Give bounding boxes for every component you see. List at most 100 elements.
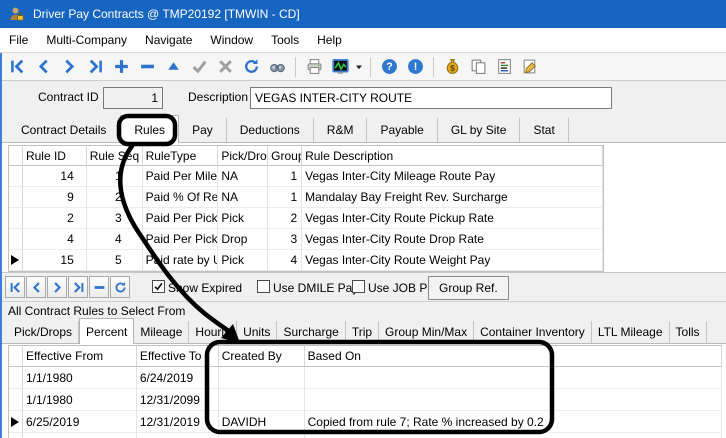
grid-cell[interactable] [305, 389, 722, 411]
grid-cell[interactable]: Paid Per Pick [143, 229, 219, 250]
use-dmile-pay-checkbox[interactable] [257, 280, 270, 293]
grid-cell[interactable] [219, 367, 305, 389]
print-icon[interactable] [302, 55, 326, 79]
contract-id-field[interactable]: 1 [103, 87, 163, 109]
first-icon[interactable] [5, 55, 29, 79]
tab-r-m[interactable]: R&M [314, 118, 368, 142]
menu-item-window[interactable]: Window [201, 28, 262, 52]
tab-payable[interactable]: Payable [367, 118, 437, 142]
tab-gl-by-site[interactable]: GL by Site [438, 118, 521, 142]
monitor-icon[interactable] [328, 55, 352, 79]
grid-cell[interactable]: Vegas Inter-City Route Pickup Rate [302, 208, 603, 229]
grid-cell[interactable]: 4 [268, 250, 302, 271]
table-row[interactable]: 6/25/201912/31/2019DAVIDHCopied from rul… [9, 411, 722, 433]
grid-cell[interactable] [305, 367, 722, 389]
table-row[interactable]: 1/1/19806/24/2019 [9, 367, 722, 389]
grid-cell[interactable]: Pick [218, 250, 268, 271]
tab-pick-drops[interactable]: Pick/Drops [8, 321, 79, 343]
nav-first-button[interactable] [5, 276, 25, 298]
grid-cell[interactable]: Paid % Of Re [143, 187, 219, 208]
tab-surcharge[interactable]: Surcharge [277, 321, 345, 343]
nav-remove-button[interactable] [89, 276, 109, 298]
tab-mileage[interactable]: Mileage [134, 321, 189, 343]
grid-cell[interactable]: 12/31/2019 [137, 411, 219, 433]
grid-cell[interactable]: 1 [268, 187, 302, 208]
grid-cell[interactable]: 14 [23, 166, 87, 187]
remove-icon[interactable] [135, 55, 159, 79]
grid-cell[interactable]: 12/31/2099 [137, 389, 219, 411]
last-icon[interactable] [83, 55, 107, 79]
find-icon[interactable] [265, 55, 289, 79]
grid-cell[interactable]: 6/24/2019 [137, 367, 219, 389]
menu-item-tools[interactable]: Tools [262, 28, 308, 52]
menu-item-multi-company[interactable]: Multi-Company [37, 28, 136, 52]
table-row[interactable]: 92Paid % Of ReNA1Mandalay Bay Freight Re… [9, 187, 603, 208]
caret-down-icon[interactable] [353, 55, 365, 79]
grid-cell[interactable]: 2 [87, 187, 143, 208]
grid-cell[interactable]: 3 [87, 208, 143, 229]
next-icon[interactable] [57, 55, 81, 79]
nav-last-button[interactable] [68, 276, 88, 298]
grid-cell[interactable]: Pick [218, 208, 268, 229]
tab-contract-details[interactable]: Contract Details [8, 118, 120, 142]
add-icon[interactable] [109, 55, 133, 79]
group-ref-button[interactable]: Group Ref. [428, 276, 509, 300]
confirm-icon[interactable] [187, 55, 211, 79]
menu-item-navigate[interactable]: Navigate [136, 28, 201, 52]
tab-units[interactable]: Units [237, 321, 277, 343]
tab-deductions[interactable]: Deductions [227, 118, 314, 142]
up-icon[interactable] [161, 55, 185, 79]
grid-cell[interactable]: Drop [218, 229, 268, 250]
grid-cell[interactable]: 1 [268, 166, 302, 187]
prev-icon[interactable] [31, 55, 55, 79]
table-row[interactable]: 155Paid rate by UPick4Vegas Inter-City R… [9, 250, 603, 271]
grid-cell[interactable]: Vegas Inter-City Route Drop Rate [302, 229, 603, 250]
money-icon[interactable]: $ [440, 55, 464, 79]
table-row[interactable]: 23Paid Per PickPick2Vegas Inter-City Rou… [9, 208, 603, 229]
grid-cell[interactable]: 15 [23, 250, 87, 271]
show-expired-checkbox[interactable] [152, 280, 165, 293]
edit-icon[interactable] [518, 55, 542, 79]
help-icon[interactable]: ? [377, 55, 401, 79]
table-row[interactable] [9, 433, 722, 438]
grid-cell[interactable]: 3 [268, 229, 302, 250]
grid-cell[interactable] [305, 433, 722, 438]
grid-cell[interactable]: 5 [87, 250, 143, 271]
grid-cell[interactable]: 2 [268, 208, 302, 229]
grid-cell[interactable]: Vegas Inter-City Route Weight Pay [302, 250, 603, 271]
table-row[interactable]: 141Paid Per MileNA1Vegas Inter-City Mile… [9, 166, 603, 187]
tab-stat[interactable]: Stat [520, 118, 568, 142]
grid-cell[interactable]: 9 [23, 187, 87, 208]
tab-hourly[interactable]: Hourly [189, 321, 237, 343]
tab-group-min-max[interactable]: Group Min/Max [379, 321, 474, 343]
grid-cell[interactable]: Mandalay Bay Freight Rev. Surcharge [302, 187, 603, 208]
grid-cell[interactable]: 1/1/1980 [23, 389, 137, 411]
description-field[interactable]: VEGAS INTER-CITY ROUTE [250, 87, 612, 109]
grid-cell[interactable]: NA [218, 166, 268, 187]
grid-cell[interactable] [219, 389, 305, 411]
grid-cell[interactable]: Copied from rule 7; Rate % increased by … [305, 411, 722, 433]
grid-cell[interactable]: 4 [23, 229, 87, 250]
nav-refresh-button[interactable] [110, 276, 130, 298]
grid-cell[interactable]: 1 [87, 166, 143, 187]
grid-cell[interactable]: 6/25/2019 [23, 411, 137, 433]
tab-pay[interactable]: Pay [179, 118, 227, 142]
grid-cell[interactable] [23, 433, 137, 438]
grid-cell[interactable]: DAVIDH [219, 411, 305, 433]
table-row[interactable]: 1/1/198012/31/2099 [9, 389, 722, 411]
grid-cell[interactable]: 1/1/1980 [23, 367, 137, 389]
nav-prev-button[interactable] [26, 276, 46, 298]
copy-icon[interactable] [466, 55, 490, 79]
grid-cell[interactable]: Paid rate by U [143, 250, 219, 271]
cancel-icon[interactable] [213, 55, 237, 79]
menu-item-help[interactable]: Help [308, 28, 351, 52]
grid-cell[interactable]: Vegas Inter-City Mileage Route Pay [302, 166, 603, 187]
menu-item-file[interactable]: File [0, 28, 37, 52]
table-row[interactable]: 44Paid Per PickDrop3Vegas Inter-City Rou… [9, 229, 603, 250]
about-icon[interactable]: ! [403, 55, 427, 79]
tab-rules[interactable]: Rules [120, 115, 179, 143]
refresh-icon[interactable] [239, 55, 263, 79]
tab-percent[interactable]: Percent [79, 318, 134, 344]
grid-cell[interactable]: Paid Per Pick [143, 208, 219, 229]
report-icon[interactable] [492, 55, 516, 79]
